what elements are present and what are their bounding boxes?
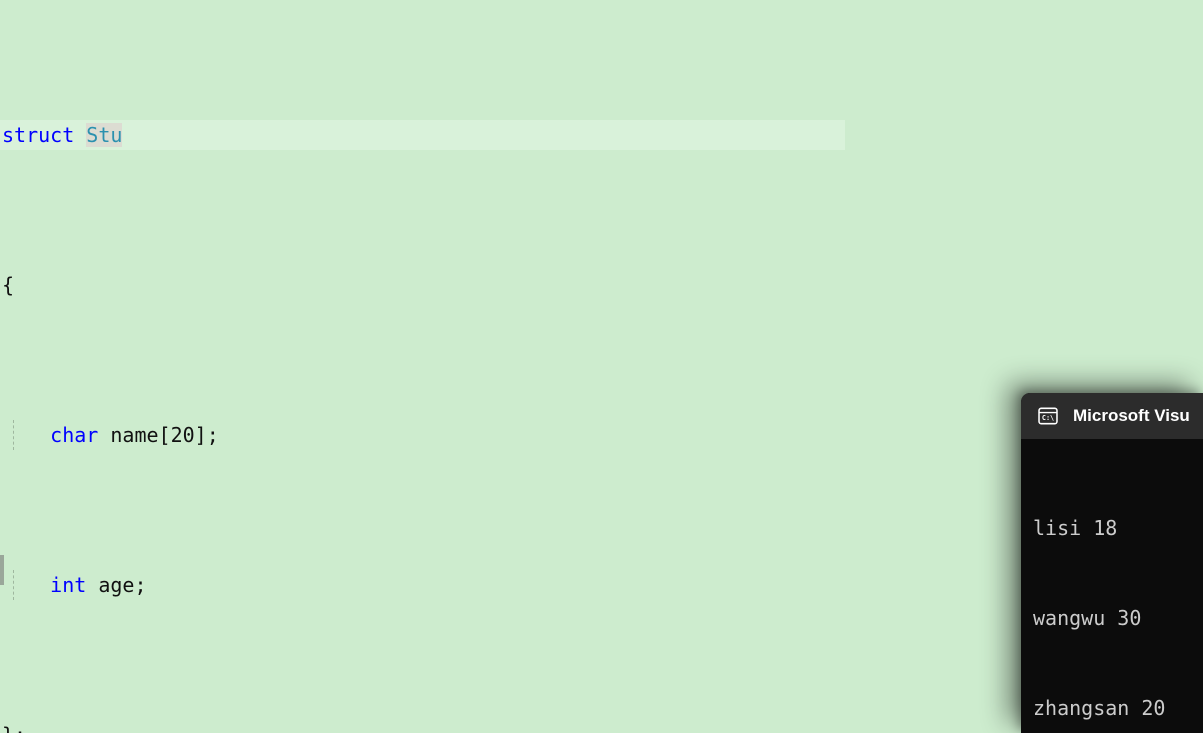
token-brace-open: { — [2, 273, 15, 297]
console-output[interactable]: lisi 18 wangwu 30 zhangsan 20 D:\code\c-… — [1021, 439, 1203, 733]
code-text[interactable]: struct Stu { char name[20]; int age; }; … — [0, 0, 845, 733]
token-decl-name: name[20]; — [98, 423, 219, 447]
token-keyword-char: char — [50, 423, 99, 447]
console-titlebar[interactable]: C:\ Microsoft Visu — [1021, 393, 1203, 439]
token-keyword-struct: struct — [2, 123, 75, 147]
console-window-title: Microsoft Visu — [1073, 406, 1190, 425]
console-window[interactable]: C:\ Microsoft Visu lisi 18 wangwu 30 zha… — [1021, 393, 1203, 733]
code-line[interactable]: }; — [0, 720, 845, 733]
code-line[interactable]: struct Stu — [0, 120, 845, 150]
indent-guide — [13, 420, 15, 450]
token-keyword-int: int — [50, 573, 87, 597]
token-decl-age: age; — [86, 573, 147, 597]
code-line[interactable]: char name[20]; — [0, 420, 845, 450]
indent-guide — [13, 570, 15, 600]
console-output-line: wangwu 30 — [1033, 606, 1142, 630]
console-cmd-icon: C:\ — [1038, 407, 1058, 425]
code-line[interactable]: { — [0, 270, 845, 300]
token-type-stu: Stu — [86, 123, 123, 147]
token-struct-close: }; — [2, 723, 26, 733]
console-output-line: zhangsan 20 — [1033, 696, 1166, 720]
svg-text:C:\: C:\ — [1042, 414, 1054, 422]
code-line[interactable]: int age; — [0, 570, 845, 600]
console-output-line: lisi 18 — [1033, 516, 1118, 540]
